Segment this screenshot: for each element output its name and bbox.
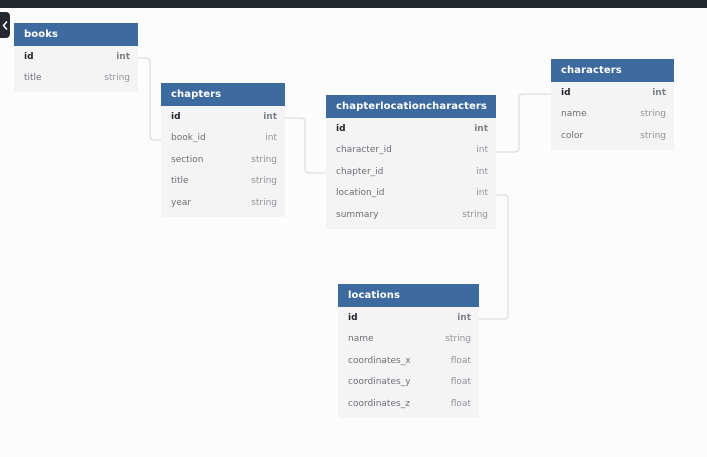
table-header[interactable]: chapters [161, 83, 285, 106]
column-row[interactable]: color string [551, 125, 674, 147]
table-chapters[interactable]: chapters id int book_id int section stri… [161, 83, 285, 217]
column-row[interactable]: summary string [326, 204, 496, 226]
column-type: int [116, 51, 130, 62]
column-type: string [251, 176, 277, 187]
table-locations[interactable]: locations id int name string coordinates… [338, 284, 479, 418]
column-name: name [348, 334, 374, 345]
column-name: year [171, 197, 192, 208]
column-row[interactable]: coordinates_x float [338, 350, 479, 372]
column-name: color [561, 130, 584, 141]
diagram-canvas: books id int title string chapters id in… [0, 0, 707, 457]
column-name: id [336, 123, 346, 134]
column-name: id [24, 51, 34, 62]
column-row[interactable]: id int [326, 118, 496, 140]
column-name: book_id [171, 133, 206, 144]
column-name: section [171, 154, 204, 165]
column-row[interactable]: location_id int [326, 183, 496, 205]
column-row[interactable]: book_id int [161, 128, 285, 150]
table-header[interactable]: chapterlocationcharacters [326, 95, 496, 118]
column-type: int [457, 312, 471, 323]
table-header[interactable]: books [14, 23, 138, 46]
column-name: id [171, 111, 181, 122]
table-chapterlocationcharacters[interactable]: chapterlocationcharacters id int charact… [326, 95, 496, 229]
column-type: int [476, 145, 488, 156]
column-type: float [450, 398, 471, 409]
column-type: string [462, 209, 488, 220]
column-row[interactable]: id int [161, 106, 285, 128]
column-row[interactable]: section string [161, 149, 285, 171]
table-header[interactable]: characters [551, 59, 674, 82]
column-name: coordinates_x [348, 355, 411, 366]
column-row[interactable]: coordinates_y float [338, 372, 479, 394]
column-row[interactable]: title string [14, 68, 138, 90]
column-type: int [476, 188, 488, 199]
column-type: string [640, 109, 666, 120]
table-books[interactable]: books id int title string [14, 23, 138, 92]
column-type: float [450, 355, 471, 366]
column-name: location_id [336, 188, 385, 199]
column-name: title [24, 73, 42, 84]
column-name: summary [336, 209, 379, 220]
relation-characters-chapterlocationcharacters [496, 93, 551, 153]
column-row[interactable]: chapter_id int [326, 161, 496, 183]
column-row[interactable]: id int [14, 46, 138, 68]
table-characters[interactable]: characters id int name string color stri… [551, 59, 674, 150]
column-type: string [445, 334, 471, 345]
column-row[interactable]: year string [161, 192, 285, 214]
column-name: id [561, 87, 571, 98]
column-type: string [640, 130, 666, 141]
column-row[interactable]: name string [338, 329, 479, 351]
column-row[interactable]: title string [161, 171, 285, 193]
column-name: title [171, 176, 189, 187]
table-header[interactable]: locations [338, 284, 479, 307]
column-row[interactable]: id int [338, 307, 479, 329]
column-row[interactable]: coordinates_z float [338, 393, 479, 415]
column-name: name [561, 109, 587, 120]
column-name: id [348, 312, 358, 323]
column-row[interactable]: name string [551, 104, 674, 126]
column-name: character_id [336, 145, 392, 156]
column-type: int [265, 133, 277, 144]
column-name: coordinates_z [348, 398, 410, 409]
column-type: string [104, 73, 130, 84]
column-name: chapter_id [336, 166, 384, 177]
column-type: int [263, 111, 277, 122]
relation-books-chapters [138, 57, 162, 141]
column-name: coordinates_y [348, 377, 411, 388]
column-row[interactable]: character_id int [326, 140, 496, 162]
column-type: int [476, 166, 488, 177]
column-type: int [474, 123, 488, 134]
column-row[interactable]: id int [551, 82, 674, 104]
column-type: string [251, 197, 277, 208]
relation-chapters-chapterlocationcharacters [285, 117, 326, 174]
column-type: int [652, 87, 666, 98]
column-type: float [450, 377, 471, 388]
column-type: string [251, 154, 277, 165]
